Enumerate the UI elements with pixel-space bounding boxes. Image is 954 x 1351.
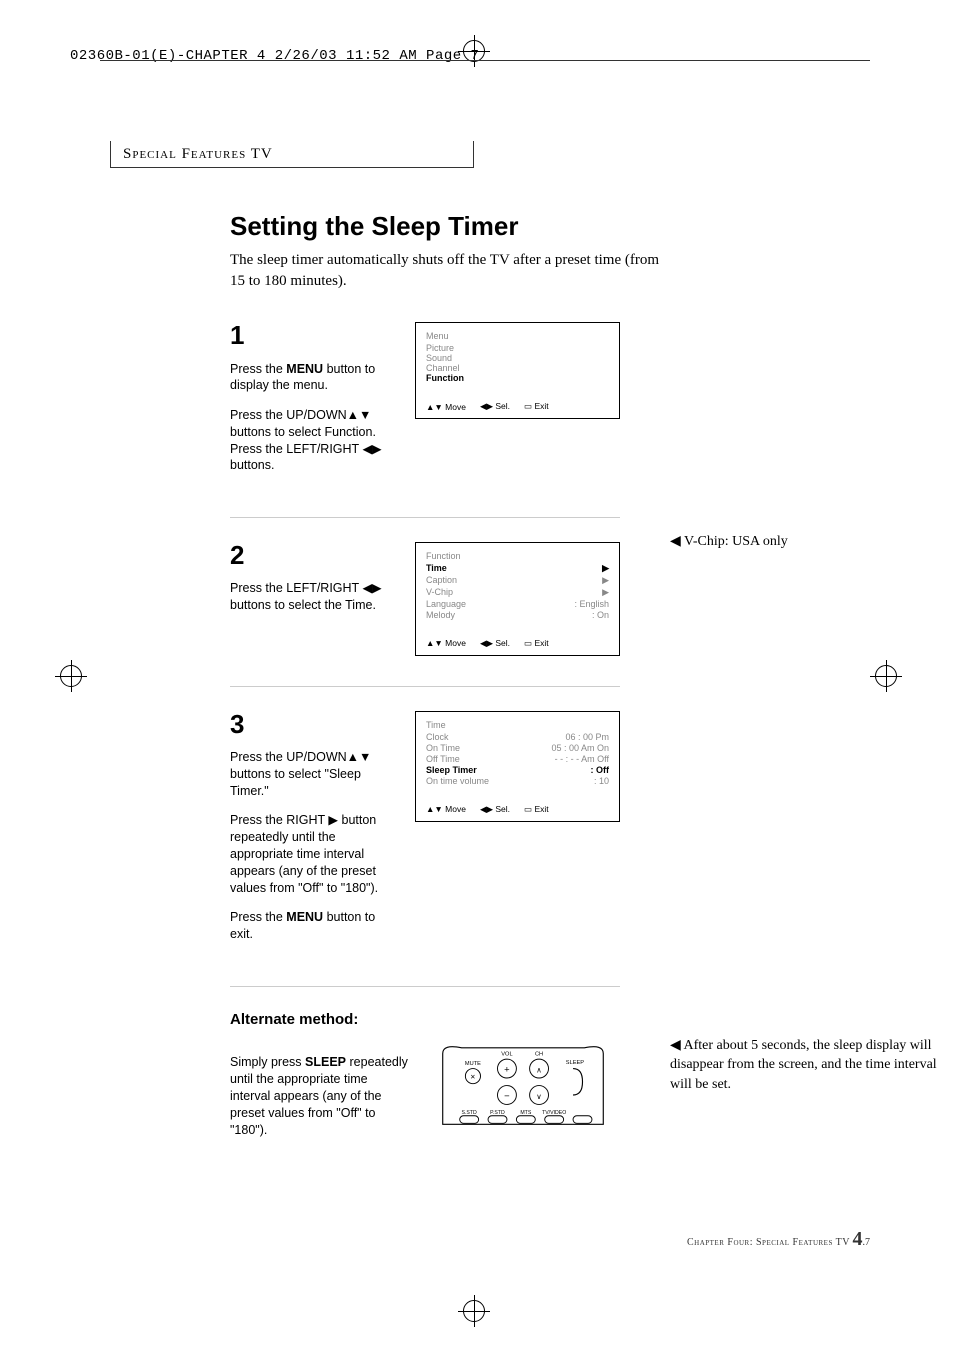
- svg-text:SLEEP: SLEEP: [566, 1060, 584, 1066]
- footer-chapter-text: Chapter Four: Special Features TV: [687, 1237, 850, 1248]
- osd-row: Language: English: [426, 599, 609, 609]
- step-text: Press the MENU button to exit.: [230, 909, 399, 943]
- svg-text:TV/VIDEO: TV/VIDEO: [542, 1110, 566, 1116]
- osd-screenshot-1: Menu Picture Sound Channel Function ▲▼ M…: [415, 322, 620, 419]
- osd-item-selected: Function: [426, 373, 609, 383]
- svg-text:P.STD: P.STD: [490, 1110, 505, 1116]
- text-bold: MENU: [286, 362, 323, 376]
- section-header: Special Features TV: [110, 141, 474, 168]
- step-separator: [230, 686, 620, 687]
- svg-text:−: −: [504, 1091, 510, 1102]
- step-2: 2 Press the LEFT/RIGHT ◀▶ buttons to sel…: [230, 542, 620, 656]
- osd-exit-hint: ▭ Exit: [524, 804, 549, 815]
- side-note-sleep: After about 5 seconds, the sleep display…: [670, 1036, 940, 1095]
- svg-text:MUTE: MUTE: [465, 1061, 481, 1067]
- osd-row: Off Time- - : - - Am Off: [426, 754, 609, 764]
- step-number: 2: [230, 542, 399, 568]
- osd-footer: ▲▼ Move ◀▶ Sel. ▭ Exit: [426, 401, 609, 412]
- svg-text:S.STD: S.STD: [461, 1110, 477, 1116]
- step-text: Press the MENU button to display the men…: [230, 361, 399, 395]
- page-title: Setting the Sleep Timer: [230, 211, 850, 242]
- svg-text:VOL: VOL: [501, 1051, 512, 1057]
- svg-text:∨: ∨: [536, 1092, 542, 1101]
- page-frame: Special Features TV Setting the Sleep Ti…: [100, 60, 870, 1281]
- side-note-vchip: V-Chip: USA only: [670, 532, 940, 552]
- osd-title: Time: [426, 720, 609, 730]
- osd-sel-hint: ◀▶ Sel.: [480, 638, 510, 649]
- svg-text:MTS: MTS: [520, 1110, 531, 1116]
- osd-row: V-Chip▶: [426, 587, 609, 598]
- step-text: Press the UP/DOWN▲▼ buttons to select "S…: [230, 749, 399, 800]
- osd-footer: ▲▼ Move ◀▶ Sel. ▭ Exit: [426, 638, 609, 649]
- osd-screenshot-2: Function Time▶ Caption▶ V-Chip▶ Language…: [415, 542, 620, 656]
- step-text: Simply press SLEEP repeatedly until the …: [230, 1054, 410, 1138]
- osd-row: Melody: On: [426, 610, 609, 620]
- svg-text:✕: ✕: [470, 1074, 476, 1081]
- osd-row: On Time05 : 00 Am On: [426, 743, 609, 753]
- svg-text:+: +: [504, 1064, 510, 1075]
- osd-exit-hint: ▭ Exit: [524, 401, 549, 412]
- intro-paragraph: The sleep timer automatically shuts off …: [230, 250, 670, 292]
- step-number: 1: [230, 322, 399, 348]
- text-frag: Press the: [230, 362, 286, 376]
- osd-footer: ▲▼ Move ◀▶ Sel. ▭ Exit: [426, 804, 609, 815]
- osd-title: Function: [426, 551, 609, 561]
- remote-illustration: + VOL ∧ CH − ∨ ✕ MUTE SLEEP S.STD P.STD …: [426, 1042, 620, 1132]
- alternate-method: Simply press SLEEP repeatedly until the …: [230, 1042, 620, 1151]
- registration-mark-right: [875, 665, 897, 687]
- footer-chapter-num: 4: [853, 1228, 863, 1250]
- osd-item: Picture: [426, 343, 609, 353]
- osd-move-hint: ▲▼ Move: [426, 638, 466, 648]
- osd-row: Caption▶: [426, 575, 609, 586]
- registration-mark-top: [463, 40, 485, 62]
- step-separator: [230, 517, 620, 518]
- osd-move-hint: ▲▼ Move: [426, 804, 466, 814]
- osd-row: On time volume: 10: [426, 776, 609, 786]
- osd-exit-hint: ▭ Exit: [524, 638, 549, 649]
- remote-icon: + VOL ∧ CH − ∨ ✕ MUTE SLEEP S.STD P.STD …: [428, 1044, 618, 1129]
- osd-sel-hint: ◀▶ Sel.: [480, 401, 510, 412]
- step-3: 3 Press the UP/DOWN▲▼ buttons to select …: [230, 711, 620, 956]
- osd-screenshot-3: Time Clock06 : 00 Pm On Time05 : 00 Am O…: [415, 711, 620, 822]
- alternate-heading: Alternate method:: [230, 1011, 850, 1028]
- osd-move-hint: ▲▼ Move: [426, 402, 466, 412]
- svg-text:CH: CH: [535, 1051, 543, 1057]
- osd-row-selected: Time▶: [426, 563, 609, 574]
- osd-title: Menu: [426, 331, 609, 341]
- page-footer: Chapter Four: Special Features TV 4.7: [687, 1228, 870, 1251]
- content-area: Setting the Sleep Timer The sleep timer …: [230, 211, 850, 1181]
- step-text: Press the RIGHT ▶ button repeatedly unti…: [230, 812, 399, 896]
- footer-page-num: .7: [863, 1237, 871, 1248]
- step-separator: [230, 986, 620, 987]
- osd-row: Clock06 : 00 Pm: [426, 732, 609, 742]
- osd-sel-hint: ◀▶ Sel.: [480, 804, 510, 815]
- step-1: 1 Press the MENU button to display the m…: [230, 322, 620, 487]
- step-text: Press the LEFT/RIGHT ◀▶ buttons to selec…: [230, 580, 399, 614]
- step-text: Press the UP/DOWN▲▼ buttons to select Fu…: [230, 407, 399, 475]
- svg-text:∧: ∧: [536, 1065, 542, 1074]
- registration-mark-left: [60, 665, 82, 687]
- osd-item: Channel: [426, 363, 609, 373]
- registration-mark-bottom: [463, 1300, 485, 1322]
- osd-item: Sound: [426, 353, 609, 363]
- osd-row-selected: Sleep Timer: Off: [426, 765, 609, 775]
- step-number: 3: [230, 711, 399, 737]
